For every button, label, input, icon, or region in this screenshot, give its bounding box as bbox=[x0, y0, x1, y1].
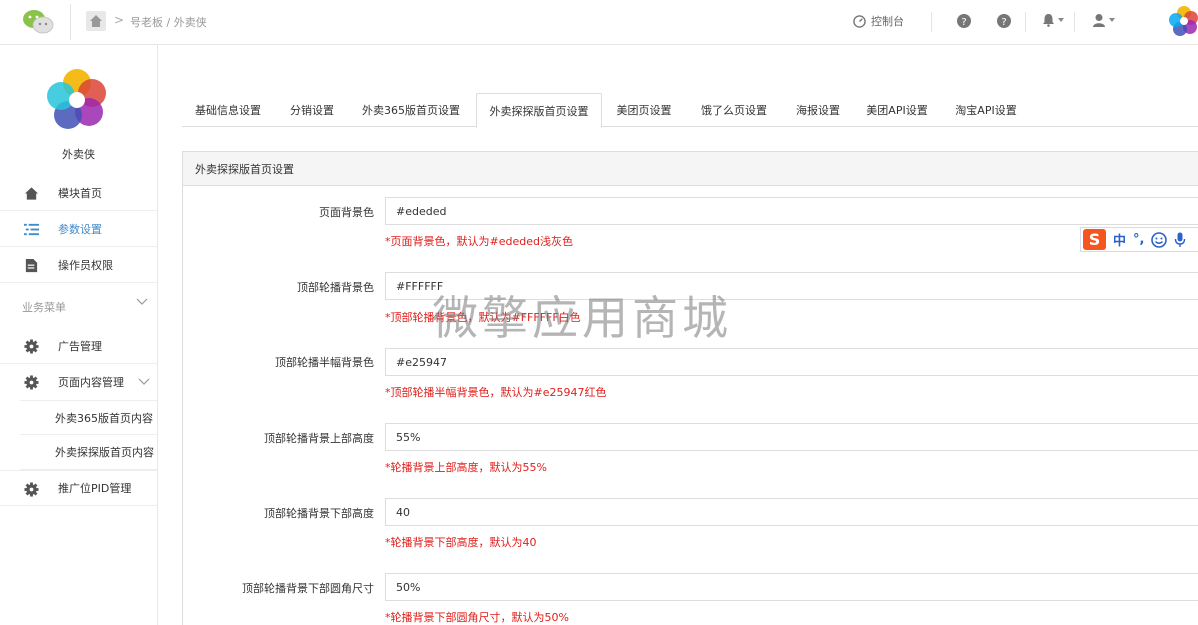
sidebar-item-operator-permissions[interactable]: 操作员权限 bbox=[0, 247, 157, 283]
carousel-half-bg-color-input[interactable]: #e25947 bbox=[385, 348, 1198, 376]
sidebar-item-label: 操作员权限 bbox=[58, 258, 113, 272]
notification-menu[interactable] bbox=[1042, 13, 1064, 27]
carousel-bottom-height-input[interactable]: 40 bbox=[385, 498, 1198, 526]
watermark: 微擎应用商城 bbox=[432, 291, 732, 345]
sidebar-item-label: 广告管理 bbox=[58, 339, 102, 353]
console-label: 控制台 bbox=[871, 15, 904, 28]
divider bbox=[1074, 12, 1075, 32]
sidebar-item-label: 模块首页 bbox=[58, 186, 102, 200]
tab-distribution[interactable]: 分销设置 bbox=[278, 93, 346, 127]
carousel-top-height-input[interactable]: 55% bbox=[385, 423, 1198, 451]
sidebar-group-label: 业务菜单 bbox=[22, 301, 66, 314]
sidebar-subitem-tantan-home[interactable]: 外卖探探版首页内容 bbox=[20, 435, 157, 470]
tab-meituan-api[interactable]: 美团API设置 bbox=[858, 93, 936, 127]
field-hint: *轮播背景下部圆角尺寸，默认为50% bbox=[385, 611, 569, 624]
field-label: 顶部轮播背景色 bbox=[297, 281, 374, 294]
console-link[interactable]: 控制台 bbox=[853, 13, 904, 29]
divider bbox=[70, 4, 71, 40]
tab-eleme-page[interactable]: 饿了么页设置 bbox=[690, 93, 778, 127]
chevron-down-icon[interactable] bbox=[136, 297, 148, 307]
tab-365-home[interactable]: 外卖365版首页设置 bbox=[352, 93, 470, 127]
ime-mode[interactable]: 中 bbox=[1113, 230, 1126, 249]
breadcrumb-arrow: > bbox=[114, 13, 125, 27]
svg-text:?: ? bbox=[1001, 17, 1006, 28]
caret-down-icon bbox=[1058, 18, 1064, 22]
field-label: 页面背景色 bbox=[319, 206, 374, 219]
app-logo-icon[interactable] bbox=[1168, 5, 1198, 37]
ime-logo[interactable]: S bbox=[1083, 229, 1106, 250]
sidebar-subitem-365-home[interactable]: 外卖365版首页内容 bbox=[20, 400, 157, 435]
brand-logo-icon bbox=[47, 69, 106, 129]
sidebar-item-params[interactable]: 参数设置 bbox=[0, 211, 157, 247]
gear-icon bbox=[24, 339, 39, 354]
chevron-down-icon bbox=[138, 378, 150, 385]
tab-basic-info[interactable]: 基础信息设置 bbox=[182, 93, 274, 127]
home-icon[interactable] bbox=[86, 11, 106, 31]
field-hint: *顶部轮播半幅背景色，默认为#e25947红色 bbox=[385, 386, 607, 399]
home-icon bbox=[24, 187, 39, 200]
field-label: 顶部轮播背景下部圆角尺寸 bbox=[242, 582, 374, 595]
field-hint: *轮播背景下部高度，默认为40 bbox=[385, 536, 537, 549]
sidebar-item-label: 推广位PID管理 bbox=[58, 482, 132, 495]
field-label: 顶部轮播背景上部高度 bbox=[264, 432, 374, 445]
tab-poster[interactable]: 海报设置 bbox=[788, 93, 848, 127]
emoji-icon[interactable] bbox=[1151, 231, 1168, 248]
sidebar-item-label: 参数设置 bbox=[58, 222, 102, 236]
field-label: 顶部轮播背景下部高度 bbox=[264, 507, 374, 520]
svg-text:?: ? bbox=[961, 17, 966, 28]
gear-icon bbox=[24, 482, 39, 497]
breadcrumb[interactable]: 号老板 / 外卖侠 bbox=[130, 14, 207, 30]
tab-meituan-page[interactable]: 美团页设置 bbox=[608, 93, 680, 127]
dashboard-icon bbox=[853, 14, 866, 28]
field-hint: *轮播背景上部高度，默认为55% bbox=[385, 461, 547, 474]
divider bbox=[1025, 12, 1026, 32]
gear-icon bbox=[24, 375, 39, 390]
help-icon[interactable]: ? bbox=[957, 14, 971, 28]
sidebar-item-pid[interactable]: 推广位PID管理 bbox=[0, 470, 157, 506]
field-hint: *页面背景色，默认为#ededed浅灰色 bbox=[385, 235, 573, 248]
wechat-logo-icon[interactable] bbox=[22, 9, 54, 35]
user-menu[interactable] bbox=[1092, 13, 1115, 27]
help-icon[interactable]: ? bbox=[997, 14, 1011, 28]
bell-icon bbox=[1043, 14, 1054, 27]
panel-title: 外卖探探版首页设置 bbox=[183, 152, 1198, 186]
tab-taobao-api[interactable]: 淘宝API设置 bbox=[948, 93, 1024, 127]
sidebar: 外卖侠 模块首页 参数设置 操作员权限 业务菜单 广告管理 页面内容管理 外卖3… bbox=[0, 45, 158, 625]
sidebar-item-label: 页面内容管理 bbox=[58, 376, 124, 389]
top-bar: > 号老板 / 外卖侠 控制台 ? ? bbox=[0, 0, 1198, 45]
carousel-bottom-radius-input[interactable]: 50% bbox=[385, 573, 1198, 601]
ime-punctuation[interactable]: °, bbox=[1133, 232, 1144, 247]
settings-tabs: 基础信息设置 分销设置 外卖365版首页设置 外卖探探版首页设置 美团页设置 饿… bbox=[182, 93, 1198, 128]
brand-name: 外卖侠 bbox=[62, 148, 95, 161]
page-bg-color-input[interactable]: #ededed bbox=[385, 197, 1198, 225]
tab-tantan-home[interactable]: 外卖探探版首页设置 bbox=[476, 93, 602, 128]
list-icon bbox=[24, 223, 39, 236]
user-icon bbox=[1093, 14, 1105, 27]
field-label: 顶部轮播半幅背景色 bbox=[275, 356, 374, 369]
microphone-icon[interactable] bbox=[1174, 232, 1186, 248]
document-icon bbox=[25, 258, 38, 273]
sidebar-item-module-home[interactable]: 模块首页 bbox=[0, 175, 157, 211]
sidebar-item-page-content[interactable]: 页面内容管理 bbox=[0, 364, 157, 400]
caret-down-icon bbox=[1109, 18, 1115, 22]
sidebar-item-ads[interactable]: 广告管理 bbox=[0, 328, 157, 364]
ime-toolbar[interactable]: S 中 °, bbox=[1080, 227, 1198, 252]
divider bbox=[931, 12, 932, 32]
